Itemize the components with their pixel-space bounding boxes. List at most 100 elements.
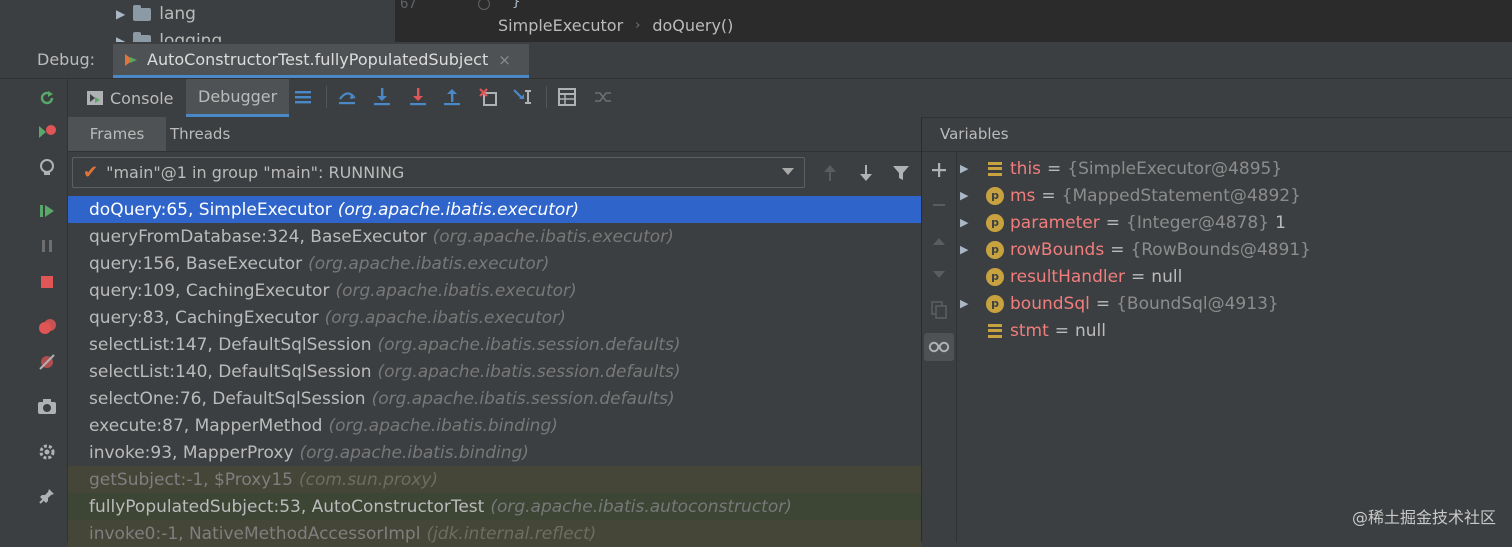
rerun-failed-icon[interactable]: [36, 121, 58, 143]
toolbar-divider: [326, 86, 327, 108]
variable-row[interactable]: ▶ p parameter = {Integer@4878} 1: [958, 209, 1286, 236]
evaluate-expression-icon[interactable]: [556, 86, 578, 108]
frame-row[interactable]: selectList:140, DefaultSqlSession (org.ap…: [68, 358, 922, 385]
tab-console[interactable]: Console: [86, 79, 174, 117]
move-down-icon[interactable]: [927, 263, 951, 287]
variable-name: this: [1010, 158, 1042, 179]
frame-row[interactable]: queryFromDatabase:324, BaseExecutor (org.…: [68, 223, 922, 250]
remove-watch-icon[interactable]: [927, 193, 951, 217]
tree-node-label: logging: [159, 31, 223, 42]
thread-selector-dropdown[interactable]: ✔ "main"@1 in group "main": RUNNING: [72, 157, 805, 188]
resume-icon[interactable]: [36, 200, 58, 222]
frame-package: (org.apache.ibatis.executor): [337, 199, 579, 220]
variable-name: rowBounds: [1010, 239, 1105, 260]
variable-name: parameter: [1010, 212, 1100, 233]
expand-arrow-icon[interactable]: ▶: [116, 34, 125, 42]
layout-menu-icon[interactable]: [292, 86, 314, 108]
variable-row[interactable]: ▶ p rowBounds = {RowBounds@4891}: [958, 236, 1311, 263]
expand-arrow-icon[interactable]: ▶: [960, 189, 976, 202]
copy-icon[interactable]: [927, 298, 951, 322]
junit-run-icon: [123, 52, 139, 68]
frame-method: execute:87, MapperMethod: [89, 415, 323, 436]
frame-row[interactable]: query:83, CachingExecutor (org.apache.iba…: [68, 304, 922, 331]
frame-method: invoke0:-1, NativeMethodAccessorImpl: [89, 523, 421, 544]
close-icon[interactable]: ×: [498, 51, 511, 69]
expand-arrow-icon[interactable]: ▶: [960, 216, 976, 229]
frame-row[interactable]: invoke:93, MapperProxy (org.apache.ibatis…: [68, 439, 922, 466]
breadcrumb-method[interactable]: doQuery(): [652, 16, 733, 35]
variable-row[interactable]: p resultHandler = null: [958, 263, 1182, 290]
frame-package: (org.apache.ibatis.executor): [432, 226, 674, 247]
move-up-icon[interactable]: [927, 229, 951, 253]
step-over-icon[interactable]: [336, 86, 358, 108]
equals-sign: =: [1054, 320, 1069, 341]
camera-icon[interactable]: [36, 396, 58, 418]
tree-node-lang[interactable]: ▶ lang: [116, 1, 196, 27]
frame-row[interactable]: selectList:147, DefaultSqlSession (org.ap…: [68, 331, 922, 358]
frame-row[interactable]: doQuery:65, SimpleExecutor (org.apache.ib…: [68, 196, 922, 223]
variable-value: null: [1075, 320, 1106, 341]
tab-debugger[interactable]: Debugger: [186, 79, 290, 117]
frame-row[interactable]: query:156, BaseExecutor (org.apache.ibati…: [68, 250, 922, 277]
project-tree: ▶ lang ▶ logging: [0, 0, 395, 42]
tab-threads[interactable]: Threads: [170, 117, 230, 151]
expand-arrow-icon[interactable]: ▶: [960, 297, 976, 310]
step-into-icon[interactable]: [371, 86, 393, 108]
restore-frame-icon[interactable]: [36, 156, 58, 178]
variable-row[interactable]: ▶ p boundSql = {BoundSql@4913}: [958, 290, 1279, 317]
mute-breakpoints-icon[interactable]: [36, 351, 58, 373]
frame-row[interactable]: selectOne:76, DefaultSqlSession (org.apac…: [68, 385, 922, 412]
frame-row[interactable]: fullyPopulatedSubject:53, AutoConstructo…: [68, 493, 922, 520]
watches-glasses-icon[interactable]: [924, 333, 954, 361]
debug-label: Debug:: [37, 50, 96, 69]
tab-frames[interactable]: Frames: [68, 117, 166, 151]
debug-session-tab[interactable]: AutoConstructorTest.fullyPopulatedSubjec…: [113, 44, 529, 78]
expand-arrow-icon[interactable]: ▶: [960, 162, 976, 175]
filter-icon[interactable]: [890, 162, 912, 184]
frame-row[interactable]: getSubject:-1, $Proxy15 (com.sun.proxy): [68, 466, 922, 493]
frame-row[interactable]: execute:87, MapperMethod (org.apache.ibat…: [68, 412, 922, 439]
frame-package: (org.apache.ibatis.executor): [335, 280, 577, 301]
variable-value: {RowBounds@4891}: [1130, 239, 1311, 260]
pause-icon[interactable]: [36, 235, 58, 257]
expand-arrow-icon[interactable]: ▶: [960, 243, 976, 256]
pin-icon[interactable]: [36, 485, 58, 507]
toolbar-divider: [546, 86, 547, 108]
tab-threads-label: Threads: [170, 125, 231, 143]
frames-list: doQuery:65, SimpleExecutor (org.apache.ib…: [68, 196, 922, 547]
parameter-icon: p: [986, 294, 1004, 313]
run-to-cursor-icon[interactable]: [512, 86, 534, 108]
variable-row[interactable]: ▶ this = {SimpleExecutor@4895}: [958, 155, 1282, 182]
frame-row[interactable]: query:109, CachingExecutor (org.apache.ib…: [68, 277, 922, 304]
frame-row[interactable]: invoke0:-1, NativeMethodAccessorImpl (jdk…: [68, 520, 922, 547]
equals-sign: =: [1105, 212, 1120, 233]
variables-title: Variables: [940, 125, 1009, 143]
breadcrumb-class[interactable]: SimpleExecutor: [498, 16, 623, 35]
variable-row[interactable]: ▶ p ms = {MappedStatement@4892}: [958, 182, 1301, 209]
frame-package: (org.apache.ibatis.session.defaults): [371, 388, 675, 409]
rerun-icon[interactable]: [36, 87, 58, 109]
code-brace: }: [512, 0, 521, 10]
variable-value: null: [1151, 266, 1183, 287]
tree-node-logging[interactable]: ▶ logging: [116, 28, 222, 42]
tab-console-label: Console: [110, 88, 174, 108]
frame-method: selectList:147, DefaultSqlSession: [89, 334, 372, 355]
expand-arrow-icon[interactable]: ▶: [116, 7, 125, 21]
equals-sign: =: [1110, 239, 1125, 260]
trace-stream-icon[interactable]: [592, 86, 614, 108]
step-out-icon[interactable]: [441, 86, 463, 108]
drop-frame-icon[interactable]: [477, 86, 499, 108]
force-step-into-icon[interactable]: [407, 86, 429, 108]
stop-icon[interactable]: [36, 271, 58, 293]
add-watch-icon[interactable]: [927, 158, 951, 182]
checkmark-icon: ✔: [83, 162, 99, 183]
arrow-down-icon[interactable]: [855, 162, 877, 184]
frame-method: selectOne:76, DefaultSqlSession: [89, 388, 366, 409]
variable-name: stmt: [1010, 320, 1049, 341]
variable-row[interactable]: stmt = null: [958, 317, 1106, 344]
arrow-up-icon[interactable]: [819, 162, 841, 184]
settings-gear-icon[interactable]: [36, 441, 58, 463]
variable-name: resultHandler: [1010, 266, 1126, 287]
frame-package: (org.apache.ibatis.session.defaults): [377, 361, 681, 382]
view-breakpoints-icon[interactable]: [36, 316, 58, 338]
